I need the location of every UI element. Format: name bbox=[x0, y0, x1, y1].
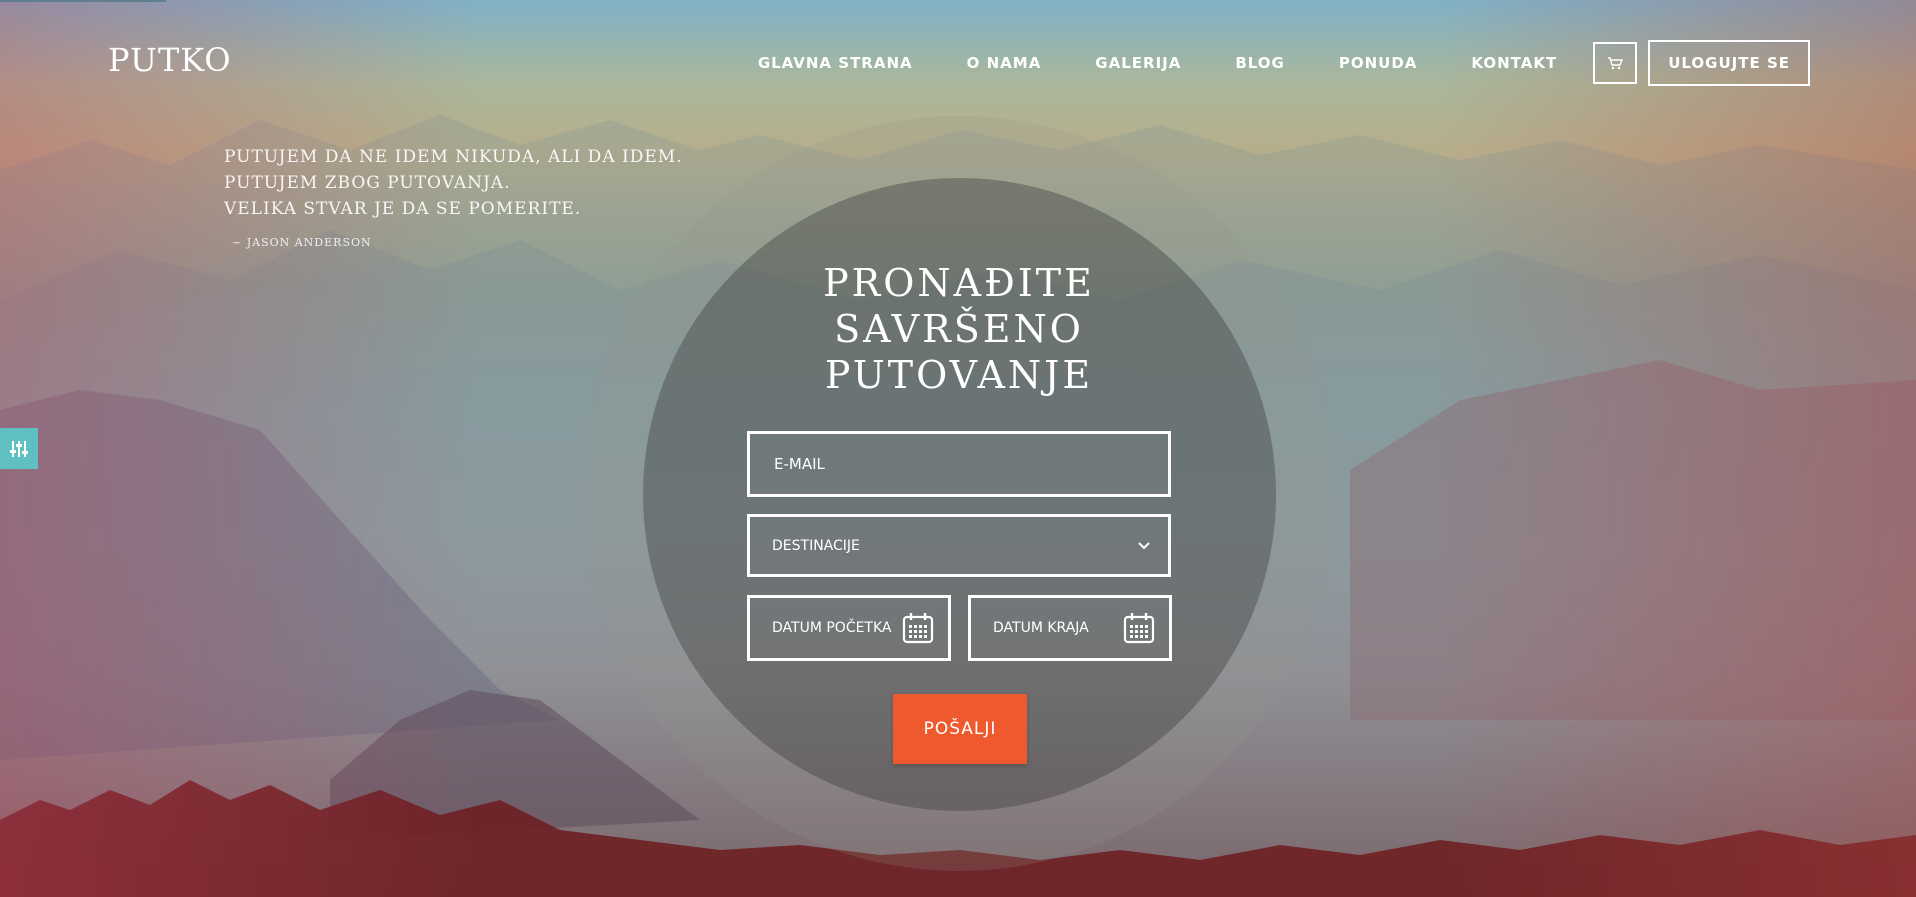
sliders-icon bbox=[10, 440, 28, 457]
calendar-icon[interactable] bbox=[1123, 612, 1155, 644]
form-title-line: SAVRŠENO bbox=[834, 307, 1084, 351]
destination-select[interactable]: DESTINACIJE bbox=[747, 514, 1171, 577]
login-button[interactable]: ULOGUJTE SE bbox=[1648, 40, 1810, 86]
start-date-field[interactable]: DATUM POČETKA bbox=[747, 595, 951, 661]
quote-block: PUTUJEM DA NE IDEM NIKUDA, ALI DA IDEM. … bbox=[224, 144, 683, 249]
email-input[interactable] bbox=[772, 454, 1168, 474]
quote-author: ~ JASON ANDERSON bbox=[232, 236, 372, 249]
form-title-line: PRONAĐITE bbox=[823, 261, 1095, 305]
top-progress-line bbox=[0, 0, 166, 2]
nav-item-o-nama[interactable]: O NAMA bbox=[967, 54, 1042, 72]
nav-item-kontakt[interactable]: KONTAKT bbox=[1471, 54, 1557, 72]
email-field-box bbox=[747, 431, 1171, 497]
settings-panel-toggle[interactable] bbox=[0, 428, 38, 469]
main-nav: GLAVNA STRANA O NAMA GALERIJA BLOG PONUD… bbox=[758, 40, 1810, 86]
cart-button[interactable] bbox=[1593, 42, 1638, 84]
calendar-icon[interactable] bbox=[902, 612, 934, 644]
quote-line: VELIKA STVAR JE DA SE POMERITE. bbox=[224, 199, 582, 219]
form-title-line: PUTOVANJE bbox=[824, 353, 1094, 397]
end-date-label: DATUM KRAJA bbox=[993, 620, 1089, 636]
cart-icon bbox=[1608, 57, 1624, 70]
nav-item-galerija[interactable]: GALERIJA bbox=[1095, 54, 1181, 72]
submit-button[interactable]: POŠALJI bbox=[893, 694, 1027, 764]
site-logo[interactable]: PUTKO bbox=[108, 41, 232, 79]
nav-item-blog[interactable]: BLOG bbox=[1235, 54, 1285, 72]
start-date-label: DATUM POČETKA bbox=[772, 620, 892, 636]
form-title: PRONAĐITE SAVRŠENO PUTOVANJE bbox=[758, 260, 1160, 398]
nav-item-glavna-strana[interactable]: GLAVNA STRANA bbox=[758, 54, 913, 72]
nav-item-ponuda[interactable]: PONUDA bbox=[1339, 54, 1418, 72]
chevron-down-icon bbox=[1138, 541, 1150, 549]
quote-line: PUTUJEM DA NE IDEM NIKUDA, ALI DA IDEM. bbox=[224, 147, 683, 167]
end-date-field[interactable]: DATUM KRAJA bbox=[968, 595, 1172, 661]
destination-label: DESTINACIJE bbox=[772, 537, 860, 554]
quote-line: PUTUJEM ZBOG PUTOVANJA. bbox=[224, 173, 511, 193]
